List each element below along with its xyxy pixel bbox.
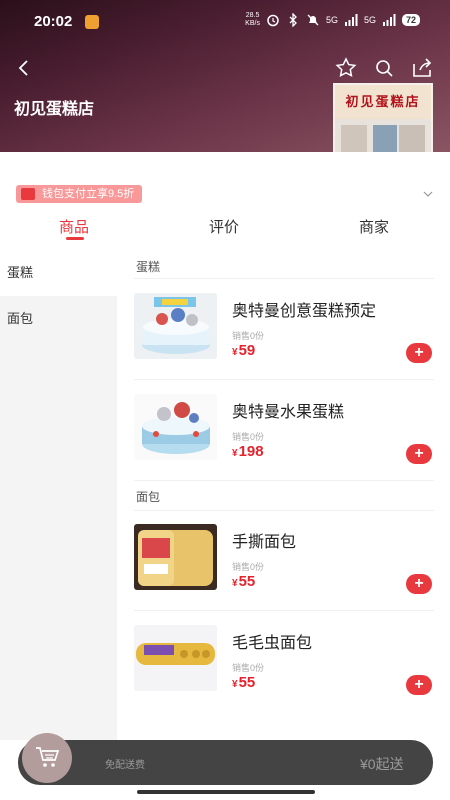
- status-bar: 20:02 28.5 KB/s 5G 5G 72: [0, 0, 450, 42]
- storefront-window-left: [341, 125, 367, 155]
- plus-icon: +: [414, 445, 424, 462]
- battery-indicator: 72: [401, 14, 420, 26]
- divider: [134, 379, 434, 380]
- product-image: [134, 293, 217, 359]
- shop-storefront-photo: 初见蛋糕店: [333, 83, 433, 161]
- product-name: 手撕面包: [232, 534, 297, 551]
- product-list: 蛋糕 奥特曼创意蛋糕预定 销售0份 ¥59 + 奥特曼水果蛋糕 销售0份 ¥19…: [117, 250, 450, 740]
- product-sales: 销售0份: [232, 562, 265, 572]
- status-time: 20:02: [34, 13, 73, 30]
- plus-icon: +: [414, 676, 424, 693]
- promo-label: 钱包支付立享9.5折: [42, 188, 135, 200]
- signal-icon-2: [382, 14, 396, 26]
- star-icon[interactable]: [334, 56, 358, 80]
- header-actions: [334, 56, 434, 80]
- divider: [134, 278, 434, 279]
- section-title-cake: 蛋糕: [136, 260, 161, 274]
- min-order-text: ¥0起送: [360, 756, 404, 772]
- cart-icon[interactable]: [34, 745, 60, 769]
- product-item[interactable]: 奥特曼创意蛋糕预定 销售0份 ¥59 +: [134, 293, 450, 393]
- mute-icon: [307, 14, 319, 26]
- product-price: ¥55: [232, 573, 256, 590]
- wallet-icon: [21, 188, 35, 200]
- product-name: 奥特曼水果蛋糕: [232, 404, 345, 421]
- alarm-icon: [267, 14, 279, 27]
- product-image: [134, 625, 217, 691]
- product-sales: 销售0份: [232, 663, 265, 673]
- status-indicators: 28.5 KB/s 5G 5G 72: [245, 12, 420, 28]
- product-item[interactable]: 手撕面包 销售0份 ¥55 +: [134, 524, 450, 624]
- search-icon[interactable]: [372, 56, 396, 80]
- back-icon[interactable]: [14, 58, 34, 78]
- product-price: ¥198: [232, 443, 264, 460]
- divider: [134, 610, 434, 611]
- category-sidebar: 蛋糕 面包: [0, 250, 117, 740]
- product-price: ¥59: [232, 342, 256, 359]
- add-to-cart-button[interactable]: +: [406, 675, 432, 695]
- home-indicator[interactable]: [137, 790, 315, 794]
- product-name: 毛毛虫面包: [232, 635, 313, 652]
- add-to-cart-button[interactable]: +: [406, 574, 432, 594]
- share-icon[interactable]: [410, 56, 434, 80]
- product-sales: 销售0份: [232, 432, 265, 442]
- plus-icon: +: [414, 575, 424, 592]
- app-notification-icon: [85, 15, 99, 29]
- tab-merchant[interactable]: 商家: [359, 216, 389, 237]
- promo-badge[interactable]: 钱包支付立享9.5折: [16, 185, 143, 203]
- shop-header: 20:02 28.5 KB/s 5G 5G 72 初见蛋糕店 初见蛋糕店: [0, 0, 450, 161]
- product-name: 奥特曼创意蛋糕预定: [232, 303, 377, 320]
- tab-products[interactable]: 商品: [59, 216, 89, 237]
- section-title-bread: 面包: [136, 490, 161, 504]
- network-label-2: 5G: [363, 15, 376, 25]
- shop-name: 初见蛋糕店: [14, 101, 95, 118]
- promo-and-tabs: 钱包支付立享9.5折 商品 评价 商家: [0, 152, 450, 244]
- sidebar-item-cake[interactable]: 蛋糕: [0, 250, 117, 296]
- network-label-1: 5G: [325, 15, 338, 25]
- product-image: [134, 524, 217, 590]
- add-to-cart-button[interactable]: +: [406, 444, 432, 464]
- signal-icon: [344, 14, 358, 26]
- add-to-cart-button[interactable]: +: [406, 343, 432, 363]
- storefront-sign: 初见蛋糕店: [335, 85, 431, 119]
- product-item[interactable]: 奥特曼水果蛋糕 销售0份 ¥198 +: [134, 394, 450, 494]
- divider: [134, 510, 434, 511]
- bluetooth-icon: [289, 13, 297, 27]
- plus-icon: +: [414, 344, 424, 361]
- product-image: [134, 394, 217, 460]
- chevron-down-icon[interactable]: [422, 188, 434, 200]
- storefront-window-right: [399, 125, 425, 155]
- network-speed: 28.5 KB/s: [245, 12, 260, 27]
- sidebar-item-bread[interactable]: 面包: [0, 296, 117, 342]
- product-sales: 销售0份: [232, 331, 265, 341]
- tab-reviews[interactable]: 评价: [209, 216, 239, 237]
- active-tab-indicator: [66, 237, 84, 240]
- delivery-fee-text: 免配送费: [105, 760, 145, 771]
- divider: [134, 480, 434, 481]
- product-price: ¥55: [232, 674, 256, 691]
- product-item[interactable]: 毛毛虫面包 销售0份 ¥55 +: [134, 625, 450, 725]
